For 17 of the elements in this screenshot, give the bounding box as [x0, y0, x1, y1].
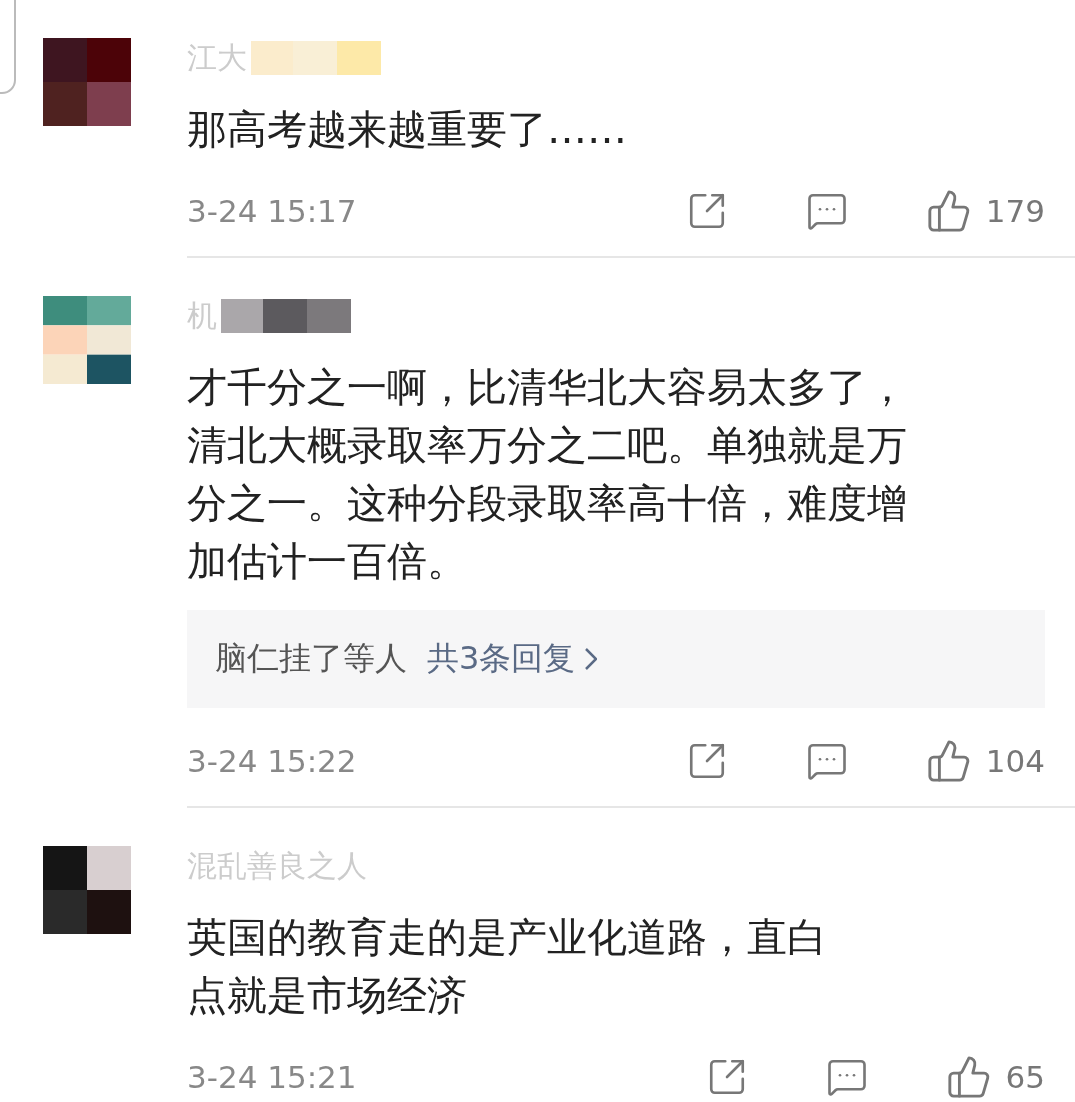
- replies-link[interactable]: 共3条回复: [427, 637, 598, 681]
- like-count: 179: [985, 193, 1045, 229]
- avatar[interactable]: [43, 296, 131, 384]
- comment-text: 英国的教育走的是产业化道路，直白点就是市场经济: [187, 913, 828, 1020]
- comment-text: 那高考越来越重要了……: [187, 105, 628, 154]
- comment-text: 才千分之一啊，比清华北大容易太多了，清北大概录取率万分之二吧。单独就是万分之一。这种分段录取率高十倍，难度增加估计一百倍。: [187, 363, 908, 586]
- like-button[interactable]: [945, 1054, 992, 1100]
- reply-authors: 脑仁挂了等人: [215, 638, 407, 679]
- like-count: 104: [985, 743, 1045, 779]
- timestamp: 3-24 15:22: [187, 743, 358, 779]
- avatar[interactable]: [43, 846, 131, 934]
- like-button[interactable]: [925, 738, 972, 784]
- like-count: 65: [1005, 1059, 1045, 1095]
- chevron-icon: [585, 648, 598, 670]
- like-button[interactable]: [925, 188, 972, 234]
- timestamp: 3-24 15:17: [187, 193, 358, 229]
- timestamp: 3-24 15:21: [187, 1059, 358, 1095]
